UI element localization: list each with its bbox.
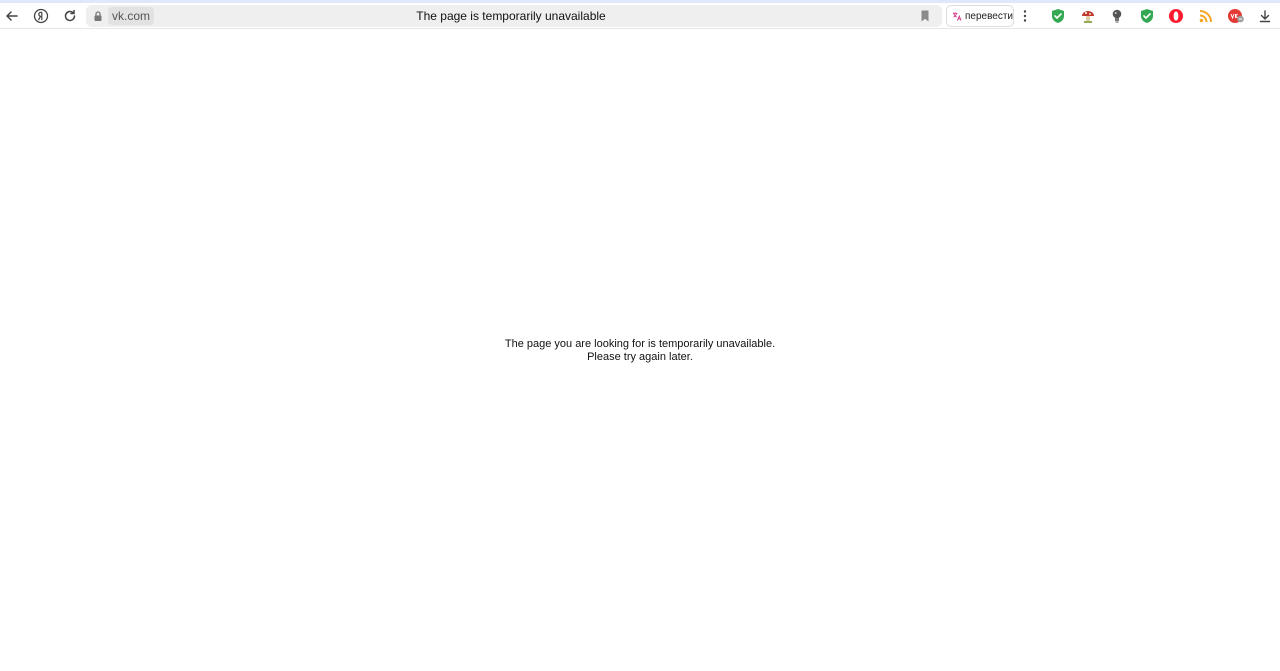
translate-button[interactable]: перевести bbox=[946, 5, 1014, 27]
reload-button[interactable] bbox=[58, 4, 82, 28]
shield-check-icon[interactable] bbox=[1050, 8, 1066, 24]
opera-icon[interactable] bbox=[1168, 8, 1184, 24]
rss-icon[interactable] bbox=[1198, 8, 1214, 24]
shield-check-icon[interactable] bbox=[1139, 8, 1155, 24]
mushroom-icon[interactable] bbox=[1080, 8, 1096, 24]
error-message-line2: Please try again later. bbox=[587, 350, 693, 363]
address-bar[interactable]: vk.com The page is temporarily unavailab… bbox=[86, 5, 942, 27]
error-message-line1: The page you are looking for is temporar… bbox=[504, 338, 776, 350]
browser-toolbar: vk.com The page is temporarily unavailab… bbox=[0, 3, 1280, 29]
vk-badge-icon[interactable] bbox=[1227, 8, 1245, 24]
domain-chip[interactable]: vk.com bbox=[108, 7, 155, 25]
translate-icon bbox=[952, 11, 962, 21]
reload-icon bbox=[64, 9, 76, 22]
yandex-logo-icon bbox=[33, 8, 49, 24]
translate-label: перевести bbox=[964, 10, 1013, 22]
bookmark-icon[interactable] bbox=[918, 9, 932, 23]
lightbulb-icon[interactable] bbox=[1109, 8, 1125, 24]
lock-icon[interactable] bbox=[92, 10, 104, 22]
back-button[interactable] bbox=[0, 4, 24, 28]
page-title: The page is temporarily unavailable bbox=[416, 9, 606, 23]
more-menu-icon[interactable] bbox=[1018, 7, 1032, 25]
error-message: The page you are looking for is temporar… bbox=[440, 338, 840, 363]
arrow-left-icon bbox=[6, 11, 18, 21]
download-icon[interactable] bbox=[1257, 8, 1273, 24]
yandex-home-button[interactable] bbox=[29, 4, 53, 28]
